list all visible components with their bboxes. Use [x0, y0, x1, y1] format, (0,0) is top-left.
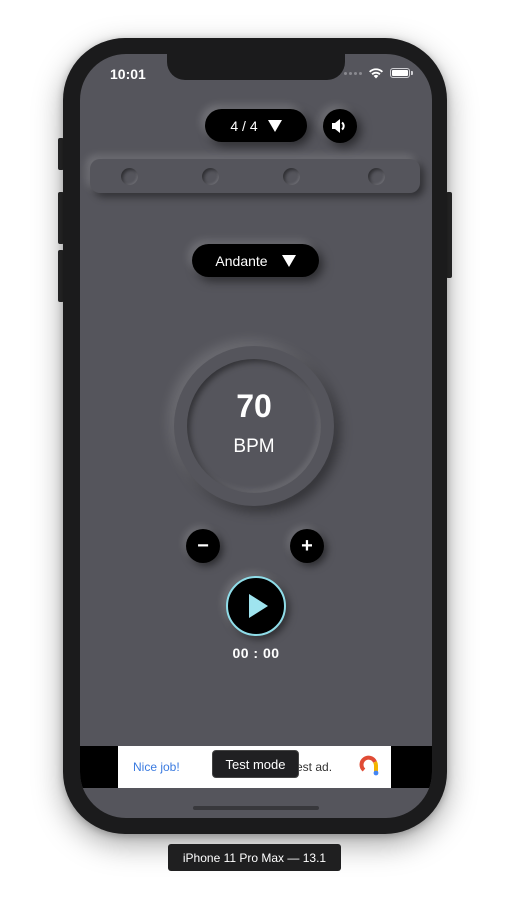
simulator-stage: 10:01 4 / 4 Andante 70 BPM − + 00: 00 N…	[0, 0, 510, 906]
signal-dots-icon	[344, 71, 362, 75]
speaker-icon	[332, 119, 345, 133]
device-label: iPhone 11 Pro Max — 13.1	[168, 844, 341, 871]
elapsed-timer: 00 : 00	[232, 645, 280, 661]
play-button[interactable]	[226, 576, 286, 636]
bpm-unit: BPM	[233, 436, 275, 457]
home-indicator[interactable]	[193, 806, 319, 810]
play-icon	[249, 594, 268, 618]
ad-body: est ad.	[296, 760, 333, 774]
bpm-value: 70	[236, 388, 272, 424]
tempo-name-label: Andante	[215, 252, 268, 269]
notch	[167, 54, 345, 80]
increase-bpm-button[interactable]: +	[290, 529, 324, 563]
caret-down-icon	[267, 119, 282, 132]
status-icons	[344, 67, 413, 79]
status-time: 10:01	[110, 66, 146, 82]
beat-indicator-bar	[90, 159, 420, 193]
beat-dot	[368, 168, 385, 185]
minus-icon: −	[197, 534, 209, 557]
app-screen: 10:01 4 / 4 Andante 70 BPM − + 00: 00 N…	[80, 54, 432, 818]
plus-icon: +	[301, 534, 313, 557]
bpm-dial-inner: 70 BPM	[187, 359, 321, 493]
battery-icon	[390, 68, 413, 78]
bpm-dial[interactable]: 70 BPM	[174, 346, 334, 506]
test-mode-badge: Test mode	[212, 750, 299, 778]
wifi-icon	[369, 68, 383, 79]
sound-toggle-button[interactable]	[323, 109, 357, 143]
ad-headline[interactable]: Nice job!	[133, 760, 180, 774]
beat-dot	[121, 168, 138, 185]
time-signature-label: 4 / 4	[230, 117, 258, 134]
tempo-name-dropdown[interactable]: Andante	[192, 244, 319, 277]
beat-dot	[202, 168, 219, 185]
caret-down-icon	[281, 254, 296, 267]
admob-logo-icon	[359, 755, 379, 776]
beat-dot	[283, 168, 300, 185]
decrease-bpm-button[interactable]: −	[186, 529, 220, 563]
time-signature-dropdown[interactable]: 4 / 4	[205, 109, 307, 142]
